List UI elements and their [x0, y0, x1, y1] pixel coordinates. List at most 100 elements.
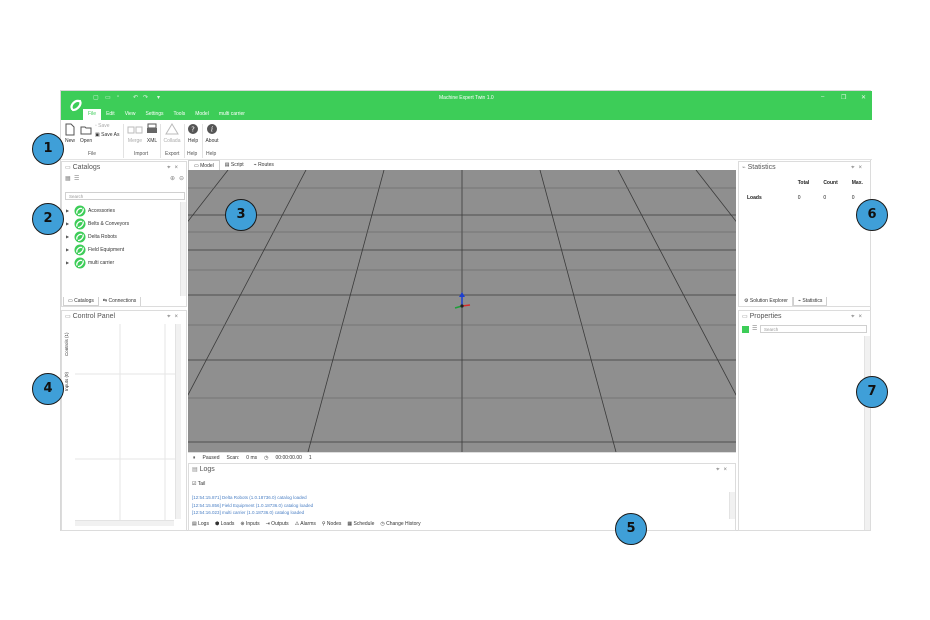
title-bar: ▢ ▭ ▫ ↶ ↷ ▾ Machine Expert Twin 1.0 – ❐ … [61, 91, 872, 120]
expand-arrow-icon[interactable]: ▶ [66, 208, 74, 213]
logs-title: Logs [199, 466, 215, 473]
catalog-logo-icon [74, 257, 86, 268]
panel-controls: ⌖× [716, 465, 731, 476]
control-panel: ▭ Control Panel ⌖× Controls (1) Inputs (… [61, 310, 187, 531]
restore-icon[interactable]: ❐ [841, 94, 846, 101]
xml-import-button[interactable]: XML [145, 123, 159, 144]
minimize-icon[interactable]: – [821, 94, 824, 100]
expand-arrow-icon[interactable]: ▶ [66, 260, 74, 265]
tab-outputs[interactable]: ⇥ Outputs [266, 521, 289, 527]
close-icon[interactable]: ✕ [861, 94, 866, 101]
xml-label: XML [146, 138, 158, 144]
tab-model[interactable]: ▭ Model [188, 160, 220, 170]
tab-change-history[interactable]: ◷ Change History [380, 521, 420, 527]
tab-catalogs[interactable]: ▭ Catalogs [63, 297, 99, 306]
expand-arrow-icon[interactable]: ▶ [66, 221, 74, 226]
menu-settings[interactable]: Settings [140, 109, 168, 120]
redo-icon[interactable]: ↷ [143, 94, 148, 101]
callout-5: 5 [615, 513, 647, 545]
categorized-view-icon[interactable] [742, 326, 749, 333]
tab-script-label: Script [230, 162, 244, 168]
tab-nodes[interactable]: ⚲ Nodes [322, 521, 342, 527]
open-label: Open [79, 138, 93, 144]
open-button[interactable]: Open [78, 123, 94, 144]
sim-speed[interactable]: 1 [309, 453, 312, 463]
catalog-item-accessories[interactable]: ▶ Accessories [66, 204, 115, 217]
pause-icon[interactable]: ⏸ [193, 453, 196, 463]
menu-edit[interactable]: Edit [101, 109, 120, 120]
close-icon[interactable]: × [858, 314, 866, 320]
merge-label: Merge [127, 138, 143, 144]
catalog-logo-icon [74, 218, 86, 229]
tail-checkbox[interactable]: ☑ Tail [192, 481, 205, 487]
new-document-icon [65, 123, 75, 136]
tab-model-label: Model [200, 163, 214, 169]
catalog-search-input[interactable]: Search [65, 192, 185, 200]
open-folder-icon [80, 126, 92, 135]
properties-scrollbar[interactable] [864, 336, 870, 530]
zoom-in-icon[interactable]: ⊕ [170, 175, 175, 182]
properties-search-input[interactable]: Search [760, 325, 867, 333]
menu-view[interactable]: View [120, 109, 141, 120]
axis-gizmo-icon[interactable] [450, 292, 474, 314]
about-button[interactable]: i About [204, 123, 220, 144]
tab-loads[interactable]: ⬢ Loads [215, 521, 234, 527]
expand-arrow-icon[interactable]: ▶ [66, 247, 74, 252]
tab-routes[interactable]: ⌁ Routes [249, 160, 279, 170]
close-icon[interactable]: × [858, 165, 866, 171]
catalog-item-multi-carrier[interactable]: ▶ multi carrier [66, 256, 114, 269]
tab-logs-label: Logs [198, 521, 209, 527]
list-view-icon[interactable]: ☰ [74, 175, 79, 182]
tab-alarms[interactable]: ⚠ Alarms [295, 521, 316, 527]
quick-open-icon[interactable]: ▭ [105, 94, 111, 101]
control-panel-hscroll[interactable] [75, 520, 174, 526]
tab-solution-explorer[interactable]: ⚙ Solution Explorer [740, 297, 793, 306]
catalog-logo-icon [74, 231, 86, 242]
tab-connections[interactable]: ⇆ Connections [99, 297, 142, 306]
log-scrollbar[interactable] [729, 492, 735, 519]
close-icon[interactable]: × [174, 314, 182, 320]
log-line: [12:54:16.023] multi carrier (1.0.18736.… [192, 510, 305, 515]
clock-icon: ◷ [264, 455, 269, 461]
new-button[interactable]: New [64, 123, 76, 144]
collada-button[interactable]: Collada [162, 123, 182, 144]
expand-arrow-icon[interactable]: ▶ [66, 234, 74, 239]
catalog-scrollbar[interactable] [180, 202, 186, 296]
menu-tools[interactable]: Tools [169, 109, 191, 120]
callout-4: 4 [32, 373, 64, 405]
zoom-out-icon[interactable]: ⊖ [179, 175, 184, 182]
svg-text:i: i [211, 126, 213, 134]
tab-controls[interactable]: Controls (1) [64, 329, 73, 359]
menu-file[interactable]: File [83, 109, 102, 120]
catalog-item-belts-conveyors[interactable]: ▶ Belts & Conveyors [66, 217, 129, 230]
tab-nodes-label: Nodes [326, 521, 342, 527]
statistics-title: Statistics [747, 164, 776, 171]
undo-icon[interactable]: ↶ [133, 94, 138, 101]
quick-new-icon[interactable]: ▢ [93, 94, 99, 101]
tab-inputs[interactable]: ⊕ Inputs [240, 521, 259, 527]
quick-access-dropdown-icon[interactable]: ▾ [157, 94, 160, 101]
menu-model[interactable]: Model [190, 109, 214, 120]
control-panel-vscroll[interactable] [175, 324, 181, 519]
tab-script[interactable]: ▤ Script [220, 160, 249, 170]
close-icon[interactable]: × [174, 165, 182, 171]
tab-inputs[interactable]: Inputs (0) [64, 366, 73, 396]
save-as-button[interactable]: ▣ Save As [95, 132, 119, 138]
help-button[interactable]: ? Help [186, 123, 200, 144]
catalog-item-delta-robots[interactable]: ▶ Delta Robots [66, 230, 117, 243]
tab-statistics[interactable]: ⌁ Statistics [792, 297, 828, 306]
save-button[interactable]: ▫ Save [95, 123, 110, 129]
save-as-label: Save As [101, 132, 120, 138]
grid-view-icon[interactable]: ▦ [65, 175, 71, 182]
alphabetical-view-icon[interactable]: ☰ [752, 325, 757, 332]
ribbon-group-export: Export [165, 151, 180, 157]
close-icon[interactable]: × [723, 467, 731, 473]
menu-multi-carrier[interactable]: multi carrier [214, 109, 250, 120]
catalog-item-field-equipment[interactable]: ▶ Field Equipment [66, 243, 124, 256]
ribbon-group-file: File [88, 151, 97, 157]
model-viewport[interactable] [188, 170, 736, 452]
tab-schedule[interactable]: ▦ Schedule [347, 521, 374, 527]
quick-save-icon[interactable]: ▫ [117, 94, 119, 100]
tab-logs[interactable]: ▤ Logs [192, 521, 209, 527]
merge-button[interactable]: Merge [126, 123, 144, 144]
